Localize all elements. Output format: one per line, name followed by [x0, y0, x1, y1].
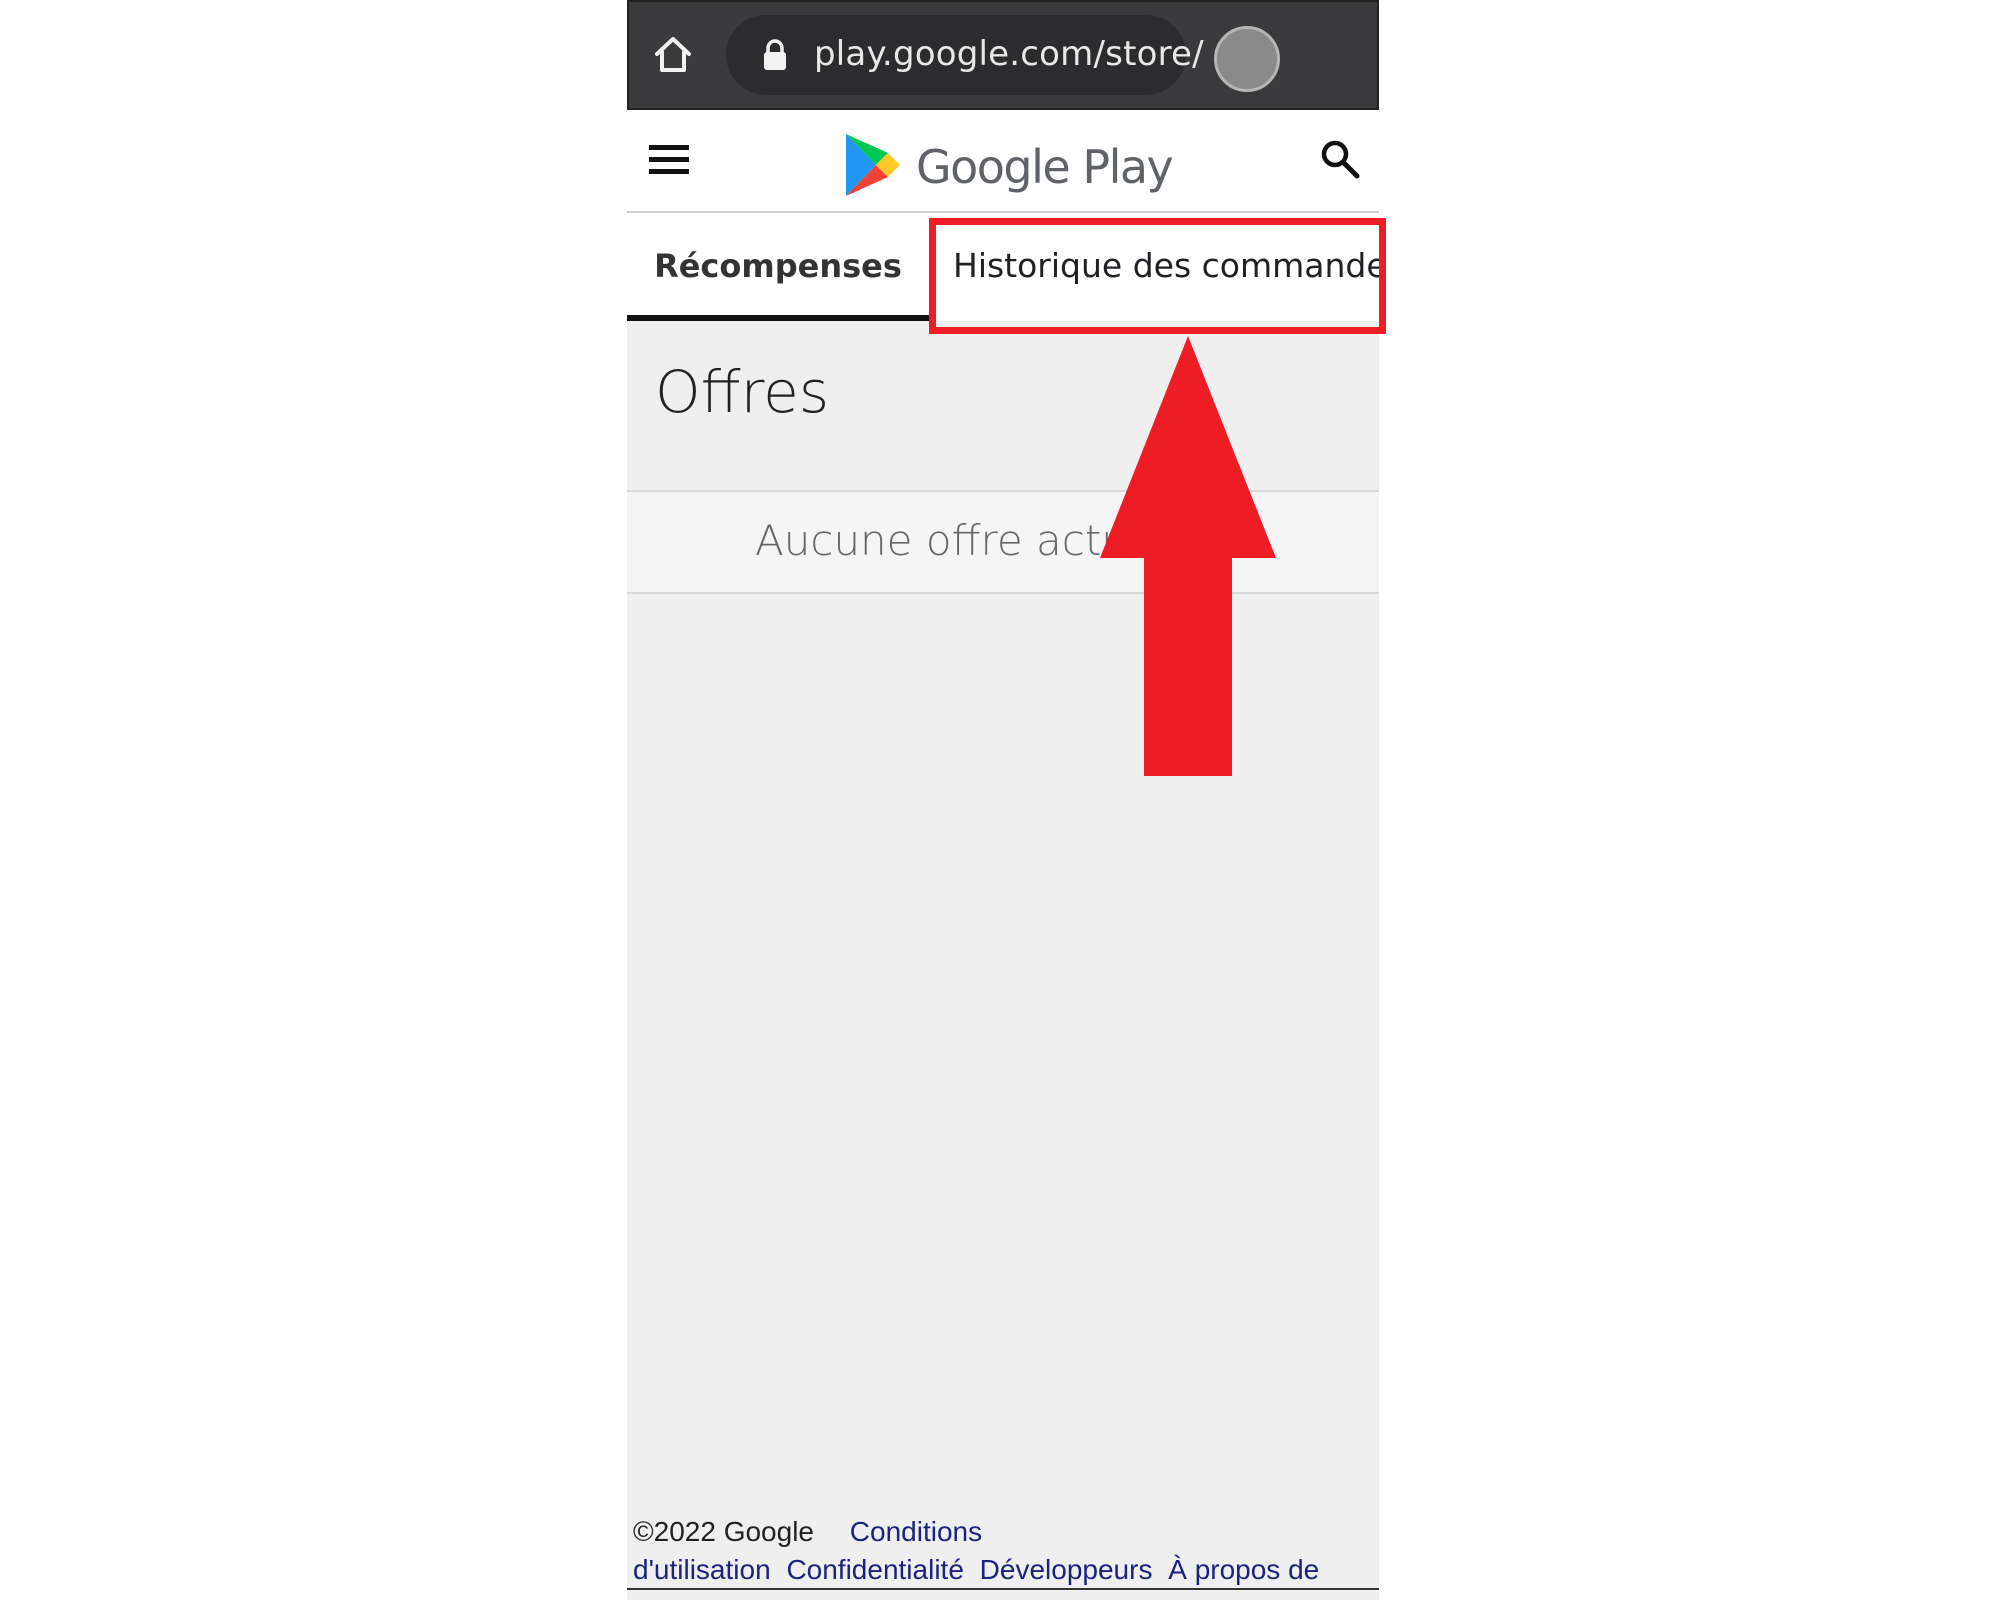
tab-rewards[interactable]: Récompenses	[627, 213, 929, 315]
url-bar[interactable]: play.google.com/store/	[726, 15, 1204, 95]
arrow-up-icon	[1100, 336, 1276, 776]
footer-link-privacy[interactable]: Confidentialité	[786, 1554, 963, 1585]
highlight-box	[929, 218, 1386, 334]
footer-link-developers[interactable]: Développeurs	[980, 1554, 1153, 1585]
url-text: play.google.com/store/	[814, 34, 1204, 74]
footer-link-about[interactable]: À propos de	[1168, 1554, 1319, 1585]
play-logo-icon	[846, 134, 900, 196]
browser-toolbar: play.google.com/store/	[627, 0, 1379, 110]
page-title: Offres	[655, 358, 830, 426]
home-icon[interactable]	[651, 32, 695, 76]
lock-icon	[762, 39, 788, 71]
copyright-text: ©2022 Google	[633, 1516, 814, 1547]
app-header: Google Play	[627, 110, 1379, 213]
avatar[interactable]	[1214, 26, 1280, 92]
active-tab-indicator	[627, 315, 929, 321]
footer-divider	[627, 1588, 1379, 1590]
google-play-logo[interactable]: Google Play	[842, 130, 1174, 200]
footer-link-terms[interactable]: Conditions	[850, 1516, 982, 1547]
footer-link-terms-cont[interactable]: d'utilisation	[633, 1554, 771, 1585]
brand-name: Google Play	[916, 140, 1174, 194]
search-icon[interactable]	[1319, 138, 1361, 180]
menu-icon[interactable]	[649, 143, 689, 177]
